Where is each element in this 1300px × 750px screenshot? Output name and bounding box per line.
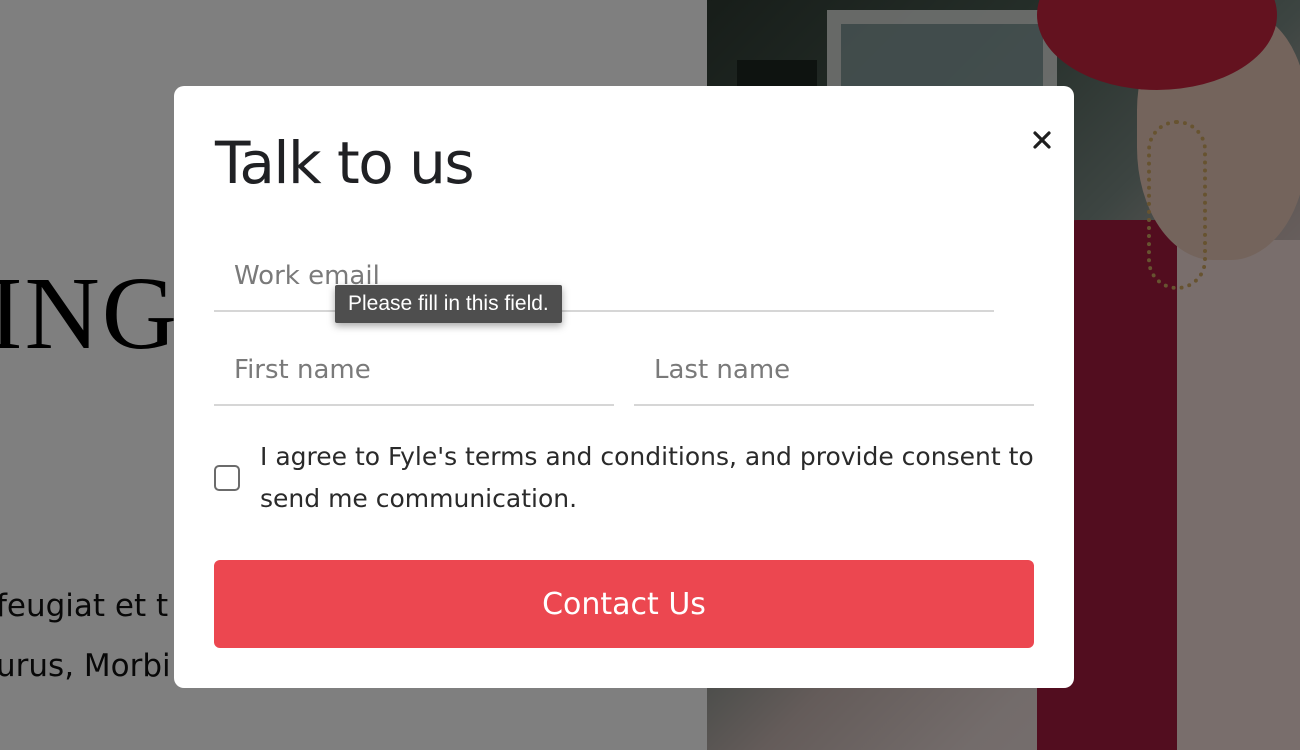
close-icon bbox=[1033, 131, 1051, 149]
work-email-input[interactable] bbox=[214, 242, 994, 310]
consent-label: I agree to Fyle's terms and conditions, … bbox=[260, 442, 1034, 513]
last-name-field bbox=[634, 336, 1034, 406]
contact-us-button[interactable]: Contact Us bbox=[214, 560, 1034, 648]
first-name-input[interactable] bbox=[214, 336, 614, 404]
first-name-field bbox=[214, 336, 614, 406]
contact-modal: Talk to us Please fill in this field. I … bbox=[174, 86, 1074, 688]
last-name-input[interactable] bbox=[634, 336, 1034, 404]
work-email-field bbox=[214, 242, 994, 312]
validation-tooltip: Please fill in this field. bbox=[335, 285, 562, 323]
modal-title: Talk to us bbox=[215, 129, 475, 197]
close-button[interactable] bbox=[1028, 126, 1056, 154]
consent-checkbox[interactable] bbox=[214, 465, 240, 491]
